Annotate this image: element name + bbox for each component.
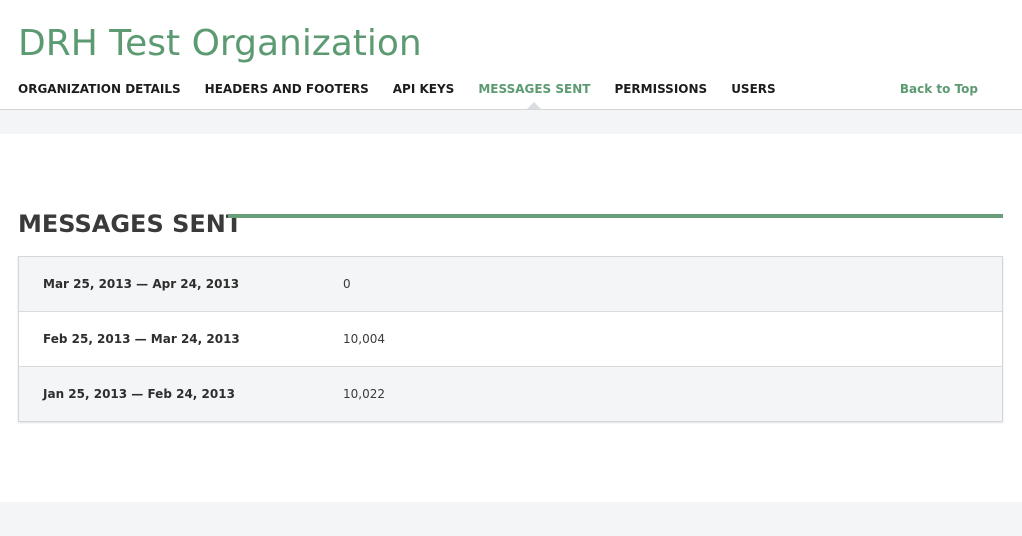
section-title-rule	[228, 214, 1003, 218]
section-nav: ORGANIZATION DETAILS HEADERS AND FOOTERS…	[18, 80, 800, 109]
page-header: DRH Test Organization ORGANIZATION DETAI…	[0, 0, 1022, 110]
table-row: Feb 25, 2013 — Mar 24, 2013 10,004	[19, 311, 1002, 366]
nav-organization-details[interactable]: ORGANIZATION DETAILS	[18, 80, 181, 98]
nav-messages-sent[interactable]: MESSAGES SENT	[478, 80, 590, 109]
org-title: DRH Test Organization	[18, 23, 422, 64]
messages-sent-section: MESSAGES SENT Mar 25, 2013 — Apr 24, 201…	[0, 134, 1022, 502]
message-count: 10,004	[343, 332, 385, 346]
date-range: Feb 25, 2013 — Mar 24, 2013	[43, 332, 240, 346]
nav-headers-and-footers[interactable]: HEADERS AND FOOTERS	[205, 80, 369, 98]
nav-permissions[interactable]: PERMISSIONS	[614, 80, 707, 98]
messages-sent-table: Mar 25, 2013 — Apr 24, 2013 0 Feb 25, 20…	[18, 256, 1003, 422]
date-range: Mar 25, 2013 — Apr 24, 2013	[43, 277, 240, 291]
nav-api-keys[interactable]: API KEYS	[393, 80, 455, 98]
section-title: MESSAGES SENT	[18, 210, 243, 238]
table-row: Mar 25, 2013 — Apr 24, 2013 0	[19, 257, 1002, 311]
message-count: 0	[343, 277, 351, 291]
nav-underbar	[0, 110, 1022, 134]
nav-users[interactable]: USERS	[731, 80, 775, 98]
table-row: Jan 25, 2013 — Feb 24, 2013 10,022	[19, 366, 1002, 421]
date-range: Jan 25, 2013 — Feb 24, 2013	[43, 387, 235, 401]
back-to-top-link[interactable]: Back to Top	[900, 80, 978, 98]
footer-band	[0, 502, 1022, 536]
message-count: 10,022	[343, 387, 385, 401]
